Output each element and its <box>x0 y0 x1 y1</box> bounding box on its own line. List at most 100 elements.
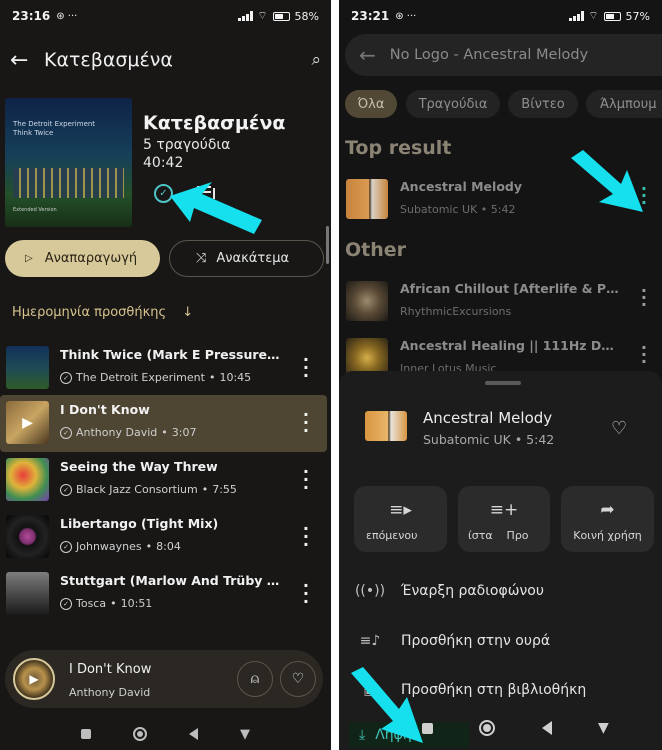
menu-add-to-queue[interactable]: ≡♪ Προσθήκη στην ουρά <box>339 621 662 661</box>
more-options-icon[interactable]: · · · <box>303 521 309 553</box>
more-options-icon[interactable]: · · · <box>303 352 309 384</box>
downloaded-check-icon: ✓ <box>60 426 72 439</box>
play-next-label: επόμενου <box>366 529 418 542</box>
track-title: I Don't Know <box>60 402 150 417</box>
add-to-playlist-label: ίστα Προ <box>468 529 529 542</box>
sheet-drag-handle[interactable] <box>485 381 521 385</box>
play-next-button[interactable]: ≡▸ επόμενου <box>354 486 447 552</box>
back-arrow-icon[interactable]: ← <box>10 48 44 73</box>
signal-icon <box>569 11 584 21</box>
result-row[interactable]: African Chillout [Afterlife & Pet... Rhy… <box>339 275 662 325</box>
dot-separator: • <box>208 371 216 384</box>
track-row[interactable]: Seeing the Way Threw ✓ Black Jazz Consort… <box>0 452 327 509</box>
status-time: 23:16 <box>12 9 51 23</box>
notification-icons: ⊛ ··· <box>395 10 417 22</box>
track-title: Libertango (Tight Mix) <box>60 516 219 531</box>
right-screen: 23:21 ⊛ ··· ⌔ 57% ← No Logo - Ancestral … <box>339 0 662 750</box>
menu-start-radio[interactable]: ((•)) Έναρξη ραδιοφώνου <box>339 571 662 611</box>
menu-label: Προσθήκη στην ουρά <box>401 633 551 649</box>
track-thumbnail <box>6 346 49 389</box>
play-button[interactable]: ▷ Αναπαραγωγή <box>5 240 160 277</box>
notification-icons: ⊛ ··· <box>56 10 78 22</box>
play-next-icon: ≡▸ <box>389 500 412 520</box>
track-duration: 7:55 <box>212 483 237 496</box>
track-title: Seeing the Way Threw <box>60 459 218 474</box>
radio-icon: ((•)) <box>354 583 386 599</box>
track-thumbnail: ▶ <box>6 401 49 444</box>
back-icon[interactable] <box>189 728 198 740</box>
search-bar[interactable]: ← No Logo - Ancestral Melody <box>345 34 662 76</box>
mini-player-artwork: ▶ <box>13 658 55 700</box>
track-row[interactable]: Stuttgart (Marlow And Trüby Re... ✓ Tosca… <box>0 566 327 623</box>
result-thumbnail <box>346 281 388 321</box>
home-icon[interactable] <box>479 720 496 736</box>
signal-icon <box>238 11 253 21</box>
track-duration: 8:04 <box>156 540 181 553</box>
shuffle-button-label: Ανακάτεμα <box>216 251 290 266</box>
scrollbar[interactable] <box>326 226 329 264</box>
track-artist: Anthony David <box>76 426 158 439</box>
chip-videos[interactable]: Βίντεο <box>508 90 578 118</box>
playlist-add-icon: ≡+ <box>489 500 519 520</box>
like-button[interactable]: ♡ <box>280 661 316 697</box>
dot-separator: • <box>161 426 168 439</box>
search-query[interactable]: No Logo - Ancestral Melody <box>390 47 588 63</box>
more-options-icon[interactable]: · · · <box>641 283 647 313</box>
track-thumbnail <box>6 572 49 615</box>
heart-icon[interactable]: ♡ <box>611 418 627 439</box>
mini-player-title: I Don't Know <box>69 662 152 677</box>
sort-label: Ημερομηνία προσθήκης <box>12 305 167 320</box>
chip-all[interactable]: Όλα <box>345 90 397 118</box>
keyboard-hide-icon[interactable]: ▼ <box>598 720 609 736</box>
battery-icon <box>272 11 290 21</box>
recents-icon[interactable] <box>81 729 91 739</box>
chip-songs[interactable]: Τραγούδια <box>406 90 500 118</box>
more-options-icon[interactable]: · · · <box>303 578 309 610</box>
annotation-arrow <box>571 150 643 212</box>
wifi-icon: ⌔ <box>257 9 268 22</box>
wifi-icon: ⌔ <box>588 9 599 22</box>
mini-player[interactable]: ▶ I Don't Know Anthony David ⍝ ♡ <box>5 650 323 708</box>
chip-albums[interactable]: Άλμπουμ <box>586 90 662 118</box>
search-icon[interactable]: ⌕ <box>311 50 321 70</box>
track-thumbnail <box>6 515 49 558</box>
track-row[interactable]: Libertango (Tight Mix) ✓ Johnwaynes • 8:04 … <box>0 509 327 566</box>
share-icon: ➦ <box>600 500 615 520</box>
shuffle-button[interactable]: ⤨ Ανακάτεμα <box>169 240 324 277</box>
result-title: African Chillout [Afterlife & Pet... <box>400 281 620 296</box>
playlist-song-count: 5 τραγούδια <box>143 137 231 153</box>
track-duration: 10:45 <box>219 371 252 384</box>
left-screen: 23:16 ⊛ ··· ⌔ 58% ← Κατεβασμένα ⌕ The De… <box>0 0 331 750</box>
queue-music-icon: ≡♪ <box>359 633 381 649</box>
mini-player-artist: Anthony David <box>69 686 151 699</box>
more-options-icon[interactable]: · · · <box>303 464 309 496</box>
result-title: Ancestral Healing || 111Hz Dee... <box>400 338 620 353</box>
play-icon[interactable]: ▶ <box>15 660 53 698</box>
more-options-icon[interactable]: · · · <box>303 407 309 439</box>
heart-icon: ♡ <box>291 671 305 687</box>
page-title: Κατεβασμένα <box>44 49 173 71</box>
cover-building-art <box>13 168 124 198</box>
track-row[interactable]: Think Twice (Mark E Pressure D... ✓ The D… <box>0 340 327 397</box>
person-icon: ⍝ <box>250 671 260 687</box>
back-arrow-icon[interactable]: ← <box>359 43 376 67</box>
play-icon: ▷ <box>25 253 33 264</box>
sort-arrow-down-icon: ↓ <box>182 305 194 320</box>
cover-footer-text: Extended Version <box>13 207 57 213</box>
track-row-now-playing[interactable]: ▶ I Don't Know ✓ Anthony David • 3:07 · · · <box>0 395 327 452</box>
track-artist: The Detroit Experiment <box>76 371 205 384</box>
track-thumbnail <box>6 458 49 501</box>
back-icon[interactable] <box>541 721 552 735</box>
playing-indicator-icon: ▶ <box>22 414 33 431</box>
artist-button[interactable]: ⍝ <box>237 661 273 697</box>
sort-selector[interactable]: Ημερομηνία προσθήκης ↓ <box>12 305 193 320</box>
playlist-duration: 40:42 <box>143 155 184 171</box>
add-to-playlist-button[interactable]: ≡+ ίστα Προ <box>458 486 550 552</box>
share-button[interactable]: ➦ Κοινή χρήση <box>561 486 654 552</box>
downloaded-check-icon: ✓ <box>60 540 72 553</box>
home-icon[interactable] <box>133 727 147 741</box>
keyboard-hide-icon[interactable]: ▼ <box>240 727 250 742</box>
track-artist: Tosca <box>76 597 107 610</box>
battery-icon <box>603 11 621 21</box>
more-options-icon[interactable]: · · · <box>641 340 647 370</box>
